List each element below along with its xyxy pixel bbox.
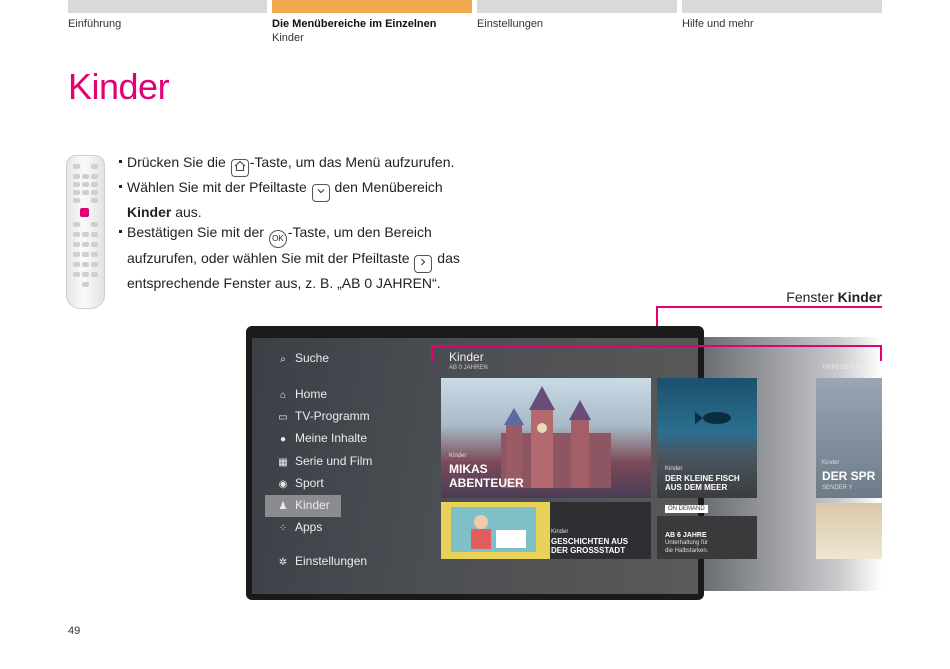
kids-icon: ♟	[278, 501, 288, 512]
menu-item-tv-programm[interactable]: ▭ TV-Programm	[278, 409, 369, 423]
menu-item-sport[interactable]: ◉ Sport	[278, 476, 324, 490]
menu-item-serie-und-film[interactable]: ▦ Serie und Film	[278, 454, 372, 468]
menu-item-kinder[interactable]: ♟ Kinder	[278, 498, 330, 512]
ball-icon: ◉	[278, 479, 288, 490]
section-subtitle: AB 0 JAHREN	[449, 365, 488, 371]
menu-item-meine-inhalte[interactable]: ● Meine Inhalte	[278, 431, 367, 445]
window-highlight-line	[431, 345, 882, 347]
tab-einstellungen[interactable]: Einstellungen	[477, 17, 543, 31]
window-highlight-line	[431, 345, 433, 361]
tips-label: TIPPS DER WOCHE	[822, 365, 879, 371]
tab-menuebereiche-sub: Kinder	[272, 32, 304, 44]
callout-label: Fenster Kinder	[786, 289, 882, 305]
home-icon	[230, 159, 249, 177]
tile-der-spr[interactable]: Kinder DER SPR SENDER Y	[816, 378, 882, 498]
tab-bar-menuebereiche	[272, 0, 472, 13]
tab-menuebereiche-label: Die Menübereiche im Einzelnen	[272, 18, 437, 30]
section-title: Kinder	[449, 350, 484, 364]
ok-key-icon: OK	[268, 230, 287, 248]
window-highlight-line	[880, 345, 882, 361]
tab-hilfe[interactable]: Hilfe und mehr	[682, 17, 754, 31]
search-icon: ⌕	[280, 354, 286, 365]
tile-der-kleine-fisch[interactable]: Kinder DER KLEINE FISCH AUS DEM MEER	[657, 378, 757, 498]
cartoon-illustration	[451, 507, 536, 552]
menu-item-einstellungen[interactable]: ✲ Einstellungen	[278, 554, 367, 568]
tile-mikas-abenteuer[interactable]: Kinder MIKAS ABENTEUER	[441, 378, 651, 498]
person-icon: ●	[279, 434, 287, 445]
tile-extra[interactable]	[816, 503, 882, 559]
menu-item-home[interactable]: ⌂ Home	[278, 387, 327, 401]
instruction-list: Drücken Sie die -Taste, um das Menü aufz…	[118, 152, 478, 293]
page-number: 49	[68, 625, 81, 637]
instruction-item: Bestätigen Sie mit der OK -Taste, um den …	[118, 222, 478, 293]
tab-einfuehrung[interactable]: Einführung	[68, 17, 121, 31]
tile-geschichten-aus-der-grossstadt[interactable]: Kinder GESCHICHTEN AUS DER GROSSSTADT	[441, 502, 651, 559]
remote-control-image	[66, 155, 105, 309]
tab-bar-einstellungen	[477, 0, 677, 13]
instruction-item: Wählen Sie mit der Pfeiltaste den Menübe…	[118, 177, 478, 222]
home-icon: ⌂	[279, 390, 287, 401]
home-key-highlight	[80, 208, 89, 217]
tab-menuebereiche[interactable]: Die Menübereiche im Einzelnen Kinder	[272, 17, 436, 45]
clapper-icon: ▦	[278, 457, 288, 468]
apps-icon: ⁘	[278, 523, 288, 534]
menu-item-apps[interactable]: ⁘ Apps	[278, 520, 323, 534]
tab-bar-hilfe	[682, 0, 882, 13]
tv-icon: ▭	[278, 412, 288, 423]
instruction-item: Drücken Sie die -Taste, um das Menü aufz…	[118, 152, 478, 177]
callout-line	[656, 306, 882, 308]
gear-icon: ✲	[278, 557, 288, 568]
menu-search[interactable]: ⌕ Suche	[278, 351, 329, 365]
arrow-right-icon	[414, 255, 433, 273]
tile-ab-6-jahre[interactable]: AB 6 JAHRE Unterhaltung für die Halbstar…	[657, 516, 757, 559]
page-title: Kinder	[68, 66, 170, 107]
fish-illustration	[695, 412, 731, 424]
arrow-down-icon	[311, 184, 330, 202]
tab-bar-einfuehrung	[68, 0, 267, 13]
on-demand-badge: ON DEMAND	[665, 505, 708, 513]
